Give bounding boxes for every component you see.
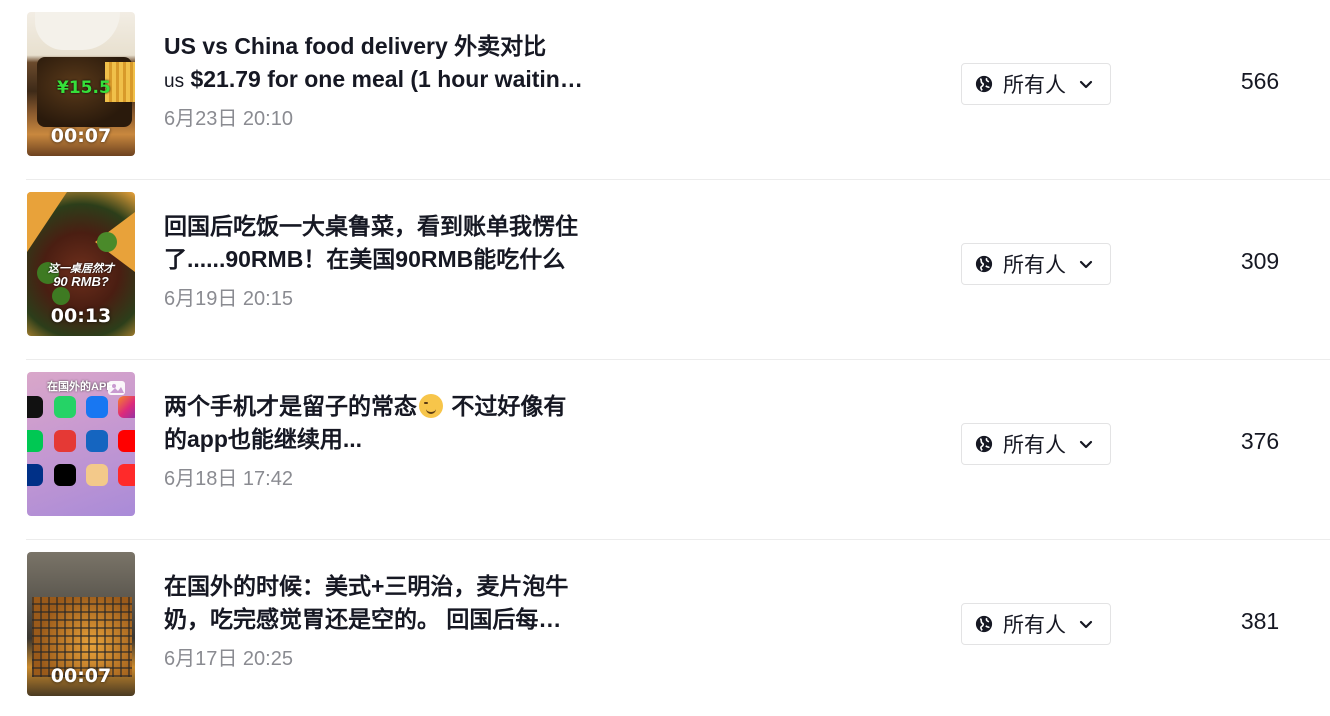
privacy-label: 所有人 — [1003, 434, 1066, 457]
chevron-down-icon — [1079, 440, 1093, 449]
video-title-line1: US vs China food delivery 外卖对比 — [164, 33, 547, 59]
chevron-down-icon — [1079, 80, 1093, 89]
video-title[interactable]: US vs China food delivery 外卖对比 us $21.79… — [164, 30, 584, 96]
view-count: 309 — [1240, 248, 1280, 274]
video-thumbnail[interactable]: 在国外的APP — [27, 372, 135, 516]
video-info: 在国外的时候：美式+三明治，麦片泡牛奶，吃完感觉胃还是空的。 回国后每天的早饭 … — [164, 570, 584, 671]
video-title-prefix: us — [164, 71, 185, 92]
app-icon-whatsapp — [54, 396, 76, 418]
video-row[interactable]: 00:07 在国外的时候：美式+三明治，麦片泡牛奶，吃完感觉胃还是空的。 回国后… — [0, 540, 1330, 716]
chevron-down-icon — [1079, 260, 1093, 269]
smile-emoji-icon — [419, 394, 443, 418]
photo-icon — [108, 381, 125, 395]
video-title[interactable]: 在国外的时候：美式+三明治，麦片泡牛奶，吃完感觉胃还是空的。 回国后每天的早饭 — [164, 570, 584, 636]
view-count: 381 — [1240, 608, 1280, 634]
thumbnail-food-wrap — [35, 12, 120, 50]
globe-icon — [975, 435, 993, 453]
app-icon-alipay — [86, 430, 108, 452]
app-icon-amazon — [86, 464, 108, 486]
video-thumbnail[interactable]: 00:07 — [27, 552, 135, 696]
app-icon-uber — [54, 464, 76, 486]
thumbnail-decor — [52, 287, 70, 305]
video-duration: 00:07 — [50, 125, 112, 147]
app-icon-red — [54, 430, 76, 452]
app-icon-paypal — [27, 464, 43, 486]
video-info: US vs China food delivery 外卖对比 us $21.79… — [164, 30, 584, 131]
video-duration: 00:13 — [50, 305, 112, 327]
app-icon-facebook — [86, 396, 108, 418]
video-info: 回国后吃饭一大桌鲁菜，看到账单我愣住了......90RMB！在美国90RMB能… — [164, 210, 584, 311]
video-title-rest: $21.79 for one meal (1 hour waiting) vs … — [190, 66, 582, 92]
video-thumbnail[interactable]: ¥15.5 00:07 — [27, 12, 135, 156]
privacy-label: 所有人 — [1003, 74, 1066, 97]
video-duration: 00:07 — [50, 665, 112, 687]
video-date: 6月23日 20:10 — [164, 108, 293, 130]
video-info: 两个手机才是留子的常态 不过好像有的app也能继续用... 6月18日 17:4… — [164, 390, 584, 491]
app-icon-other — [118, 464, 135, 486]
privacy-dropdown[interactable]: 所有人 — [961, 63, 1111, 105]
video-title[interactable]: 两个手机才是留子的常态 不过好像有的app也能继续用... — [164, 390, 584, 456]
video-date: 6月17日 20:25 — [164, 648, 293, 670]
globe-icon — [975, 75, 993, 93]
thumbnail-caption: 90 RMB? — [53, 274, 109, 289]
video-date: 6月18日 17:42 — [164, 468, 293, 490]
video-date: 6月19日 20:15 — [164, 288, 293, 310]
thumbnail-decor — [97, 232, 117, 252]
app-icon-tiktok — [27, 396, 43, 418]
thumbnail-caption: 在国外的APP — [47, 381, 114, 393]
privacy-label: 所有人 — [1003, 254, 1066, 277]
video-row[interactable]: 在国外的APP 两个手机才是留子的常态 不过好像有的app也能继续用... 6月… — [0, 360, 1330, 540]
privacy-dropdown[interactable]: 所有人 — [961, 603, 1111, 645]
privacy-dropdown[interactable]: 所有人 — [961, 423, 1111, 465]
privacy-dropdown[interactable]: 所有人 — [961, 243, 1111, 285]
view-count: 566 — [1240, 68, 1280, 94]
video-thumbnail[interactable]: 这一桌居然才 90 RMB? 00:13 — [27, 192, 135, 336]
app-icon-instagram — [118, 396, 135, 418]
chevron-down-icon — [1079, 620, 1093, 629]
thumbnail-price-text: ¥15.5 — [57, 78, 111, 98]
app-icon-youtube — [118, 430, 135, 452]
video-list: ¥15.5 00:07 US vs China food delivery 外卖… — [0, 0, 1330, 716]
globe-icon — [975, 615, 993, 633]
privacy-label: 所有人 — [1003, 614, 1066, 637]
video-row[interactable]: ¥15.5 00:07 US vs China food delivery 外卖… — [0, 0, 1330, 180]
video-title-part1: 两个手机才是留子的常态 — [164, 393, 417, 419]
video-row[interactable]: 这一桌居然才 90 RMB? 00:13 回国后吃饭一大桌鲁菜，看到账单我愣住了… — [0, 180, 1330, 360]
app-icon-iqiyi — [27, 430, 43, 452]
globe-icon — [975, 255, 993, 273]
video-title[interactable]: 回国后吃饭一大桌鲁菜，看到账单我愣住了......90RMB！在美国90RMB能… — [164, 210, 584, 276]
view-count: 376 — [1240, 428, 1280, 454]
thumbnail-decor — [27, 192, 67, 252]
